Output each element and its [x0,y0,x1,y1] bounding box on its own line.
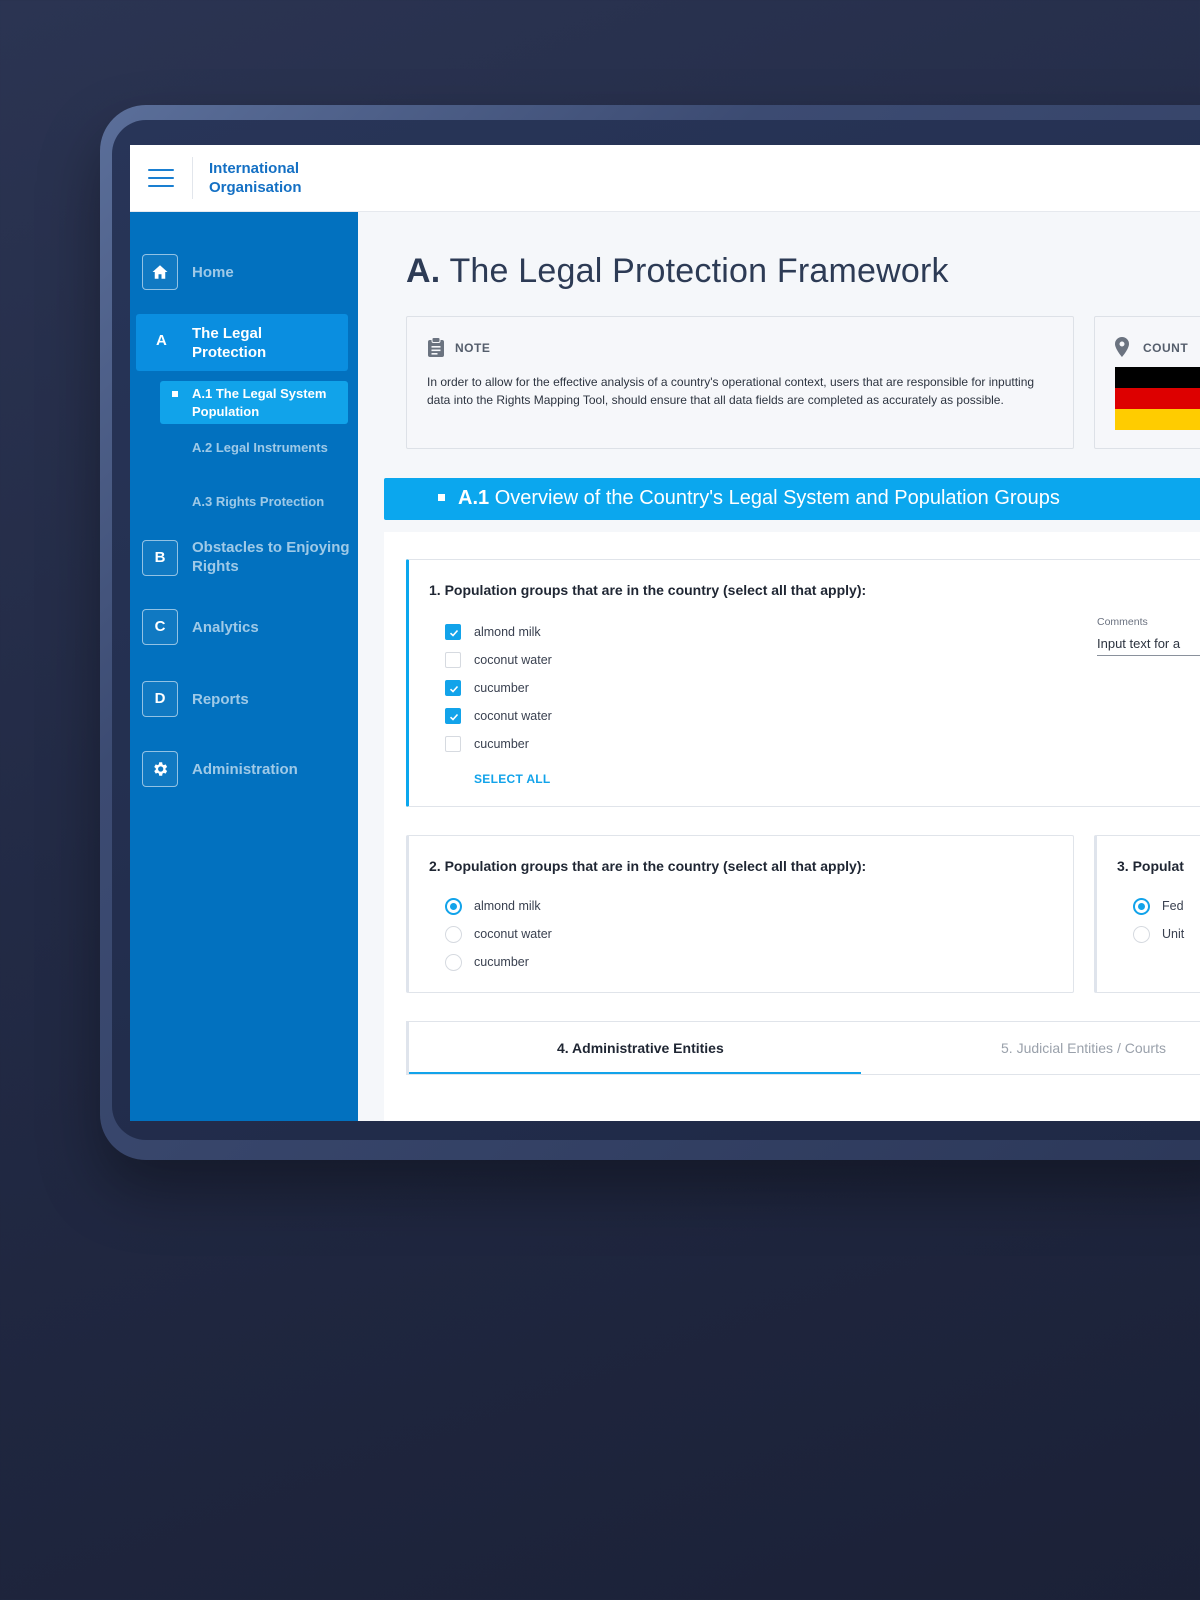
section-title-text: Overview of the Country's Legal System a… [494,487,1060,509]
checkbox[interactable] [445,708,461,724]
page-title-text: The Legal Protection Framework [449,252,949,290]
radio-button[interactable] [445,898,462,915]
comments-input[interactable] [1097,632,1200,656]
checkbox[interactable] [445,652,461,668]
option-label: cucumber [474,681,529,695]
section-letter: D [142,681,178,717]
question-2-card: 2. Population groups that are in the cou… [406,835,1074,993]
sidebar-item-administration[interactable]: Administration [142,751,348,787]
option-label: Fed [1162,899,1184,913]
question-3-card: 3. Populat Fed Unit [1094,835,1200,993]
select-all-button[interactable]: SELECT ALL [474,772,551,786]
tab-judicial-entities[interactable]: 5. Judicial Entities / Courts [1001,1040,1166,1056]
tab-administrative-entities[interactable]: 4. Administrative Entities [557,1040,724,1056]
sidebar-item-obstacles[interactable]: B Obstacles to Enjoying Rights [142,538,350,578]
section-letter: B [142,540,178,576]
sidebar: Home A The Legal Protection A.1 The Lega… [130,212,358,1121]
question-title: 3. Populat [1117,858,1184,874]
option-label: Unit [1162,927,1185,941]
option-label: coconut water [474,653,552,667]
checkbox[interactable] [445,680,461,696]
sidebar-subitem-label: A.1 The Legal System Population [192,386,327,419]
section-letter: A [156,332,167,349]
flag-stripe [1115,409,1200,430]
option-label: coconut water [474,927,552,941]
checkbox[interactable] [445,624,461,640]
country-flag [1115,367,1200,430]
app-screen: International Organisation Home A The Le… [130,145,1200,1121]
section-title: A.1 Overview of the Country's Legal Syst… [458,487,1060,510]
flag-stripe [1115,367,1200,388]
top-bar: International Organisation [130,145,1200,212]
sidebar-item-label: Reports [192,691,249,708]
question-1-card: 1. Population groups that are in the cou… [406,559,1200,807]
option-label: coconut water [474,709,552,723]
option-label: almond milk [474,625,541,639]
country-card: COUNT [1094,316,1200,449]
bullet-icon [172,391,178,397]
flag-stripe [1115,388,1200,409]
note-card: NOTE In order to allow for the effective… [406,316,1074,449]
section-number: A.1 [458,487,490,509]
menu-icon[interactable] [148,169,174,189]
gear-icon [142,751,178,787]
option-label: cucumber [474,737,529,751]
page-title: A. The Legal Protection Framework [406,252,949,291]
sidebar-subitem-a1[interactable]: A.1 The Legal System Population [160,381,348,424]
active-tab-indicator [409,1072,861,1074]
sidebar-item-analytics[interactable]: C Analytics [142,609,348,645]
section-header: A.1 Overview of the Country's Legal Syst… [384,478,1200,520]
sidebar-item-reports[interactable]: D Reports [142,681,348,717]
entity-tabs: 4. Administrative Entities 5. Judicial E… [406,1021,1200,1075]
home-icon [142,254,178,290]
clipboard-icon [428,337,444,357]
sidebar-item-legal-protection[interactable]: A The Legal Protection [136,314,348,371]
radio-button[interactable] [1133,898,1150,915]
checkbox[interactable] [445,736,461,752]
option-label: cucumber [474,955,529,969]
country-header: COUNT [1115,337,1188,362]
radio-button[interactable] [445,926,462,943]
sidebar-item-label: Obstacles to Enjoying Rights [192,539,350,575]
section-letter: C [142,609,178,645]
sidebar-item-label: Home [192,264,234,281]
sidebar-subitem-a2[interactable]: A.2 Legal Instruments [192,439,342,457]
topbar-divider [192,157,193,199]
sidebar-subitem-a3[interactable]: A.3 Rights Protection [192,493,342,511]
brand-logo[interactable]: International Organisation [209,159,349,197]
radio-button[interactable] [445,954,462,971]
location-pin-icon [1115,337,1129,357]
comments-label: Comments [1097,616,1148,628]
main-content: A. The Legal Protection Framework NOTE I… [358,212,1200,1121]
sidebar-item-label: Analytics [192,619,259,636]
bullet-icon [438,494,445,501]
sidebar-item-label: Administration [192,761,298,778]
country-heading: COUNT [1143,341,1189,355]
note-heading: NOTE [455,341,491,355]
note-text: In order to allow for the effective anal… [427,375,1035,407]
page-title-prefix: A. [406,252,441,290]
option-label: almond milk [474,899,541,913]
sidebar-item-home[interactable]: Home [142,254,348,290]
question-title: 1. Population groups that are in the cou… [429,582,867,598]
question-title: 2. Population groups that are in the cou… [429,858,867,874]
radio-button[interactable] [1133,926,1150,943]
sidebar-item-label: The Legal Protection [192,325,267,361]
